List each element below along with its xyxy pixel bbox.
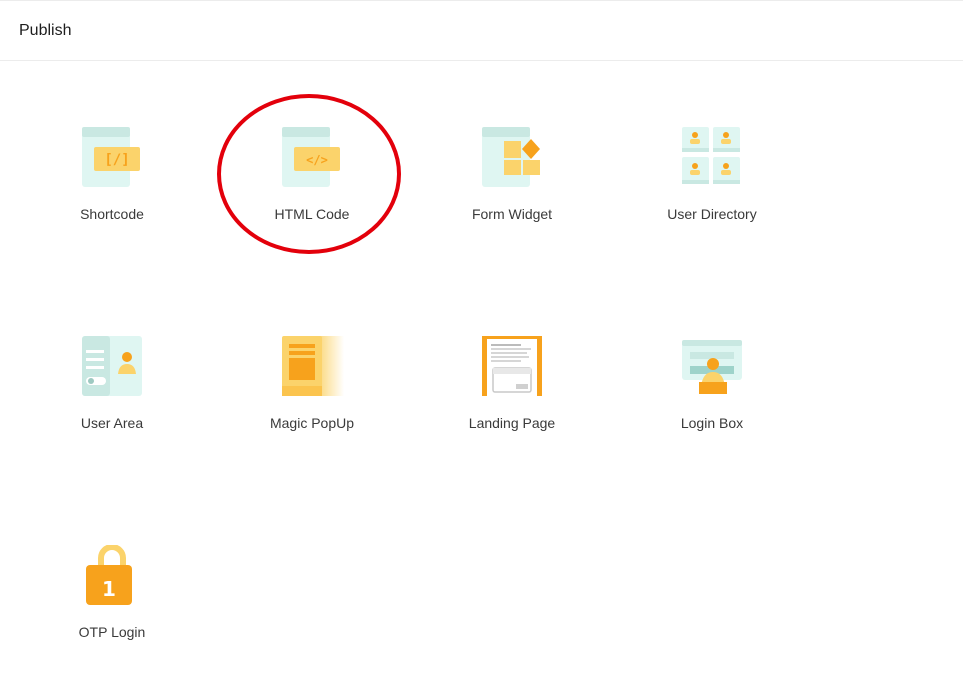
tile-magic-popup[interactable]: Magic PopUp [242, 336, 382, 456]
publish-panel: Publish [/] Shortcode </> HTML Code Form… [0, 0, 963, 685]
user-area-icon [82, 336, 144, 398]
tile-otp-login[interactable]: 1 OTP Login [42, 545, 182, 665]
tile-label-user-directory: User Directory [667, 206, 757, 222]
form-widget-icon [482, 127, 544, 189]
tile-label-otp-login: OTP Login [78, 624, 146, 640]
tile-form-widget[interactable]: Form Widget [442, 127, 582, 247]
page-title: Publish [19, 22, 72, 39]
tile-shortcode[interactable]: [/] Shortcode [42, 127, 182, 247]
tile-label-shortcode: Shortcode [80, 206, 144, 222]
svg-text:1: 1 [102, 577, 116, 601]
user-directory-icon [682, 127, 744, 189]
tile-label-login-box: Login Box [680, 415, 744, 431]
tile-landing-page[interactable]: Landing Page [442, 336, 582, 456]
tile-label-user-area: User Area [80, 415, 144, 431]
tile-label-magic-popup: Magic PopUp [269, 415, 355, 431]
html-code-icon: </> [282, 127, 344, 189]
tile-label-form-widget: Form Widget [471, 206, 553, 222]
login-box-icon [682, 336, 744, 398]
tile-user-area[interactable]: User Area [42, 336, 182, 456]
tile-html-code[interactable]: </> HTML Code [242, 127, 382, 247]
magic-popup-icon [282, 336, 344, 398]
shortcode-icon: [/] [82, 127, 144, 189]
panel-header: Publish [0, 0, 963, 61]
landing-page-icon [482, 336, 544, 398]
tile-user-directory[interactable]: User Directory [642, 127, 782, 247]
otp-login-icon: 1 [82, 545, 144, 607]
svg-text:[/]: [/] [104, 152, 129, 168]
tile-login-box[interactable]: Login Box [642, 336, 782, 456]
tile-label-html-code: HTML Code [274, 206, 350, 222]
svg-text:</>: </> [306, 153, 328, 167]
tile-label-landing-page: Landing Page [468, 415, 556, 431]
